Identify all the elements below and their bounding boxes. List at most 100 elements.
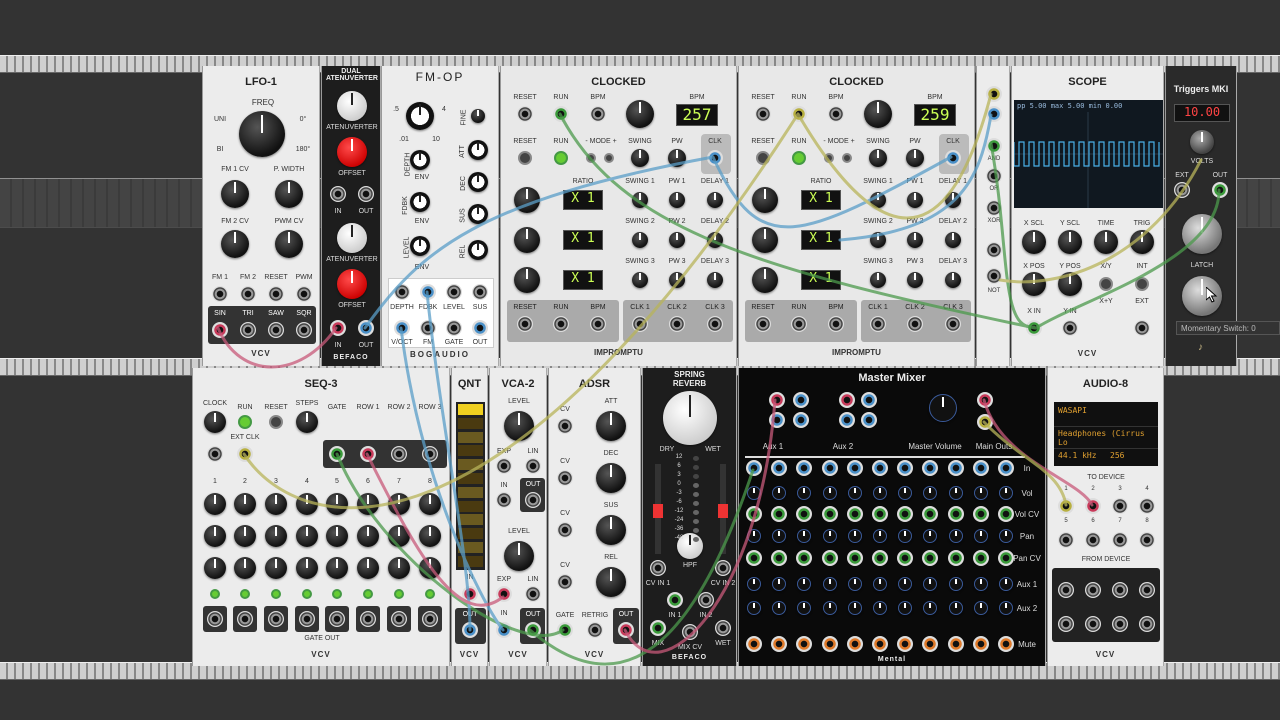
ch5-row0-jack[interactable] — [846, 460, 863, 476]
ch8-row5-knob[interactable] — [923, 577, 938, 591]
row3-out-jack[interactable] — [422, 446, 438, 462]
ch5-row1-knob[interactable] — [847, 486, 862, 500]
mode-inc-button[interactable] — [842, 153, 852, 163]
xscl-knob[interactable] — [1022, 230, 1046, 254]
pwmcv-knob[interactable] — [275, 230, 303, 258]
step1-row1-knob[interactable] — [204, 493, 226, 515]
ch6-row1-knob[interactable] — [873, 486, 887, 500]
swing2-knob[interactable] — [870, 232, 886, 248]
from-device-jack-3[interactable] — [1112, 582, 1128, 598]
ch7-row7-jack[interactable] — [897, 636, 914, 652]
from-device-jack-2[interactable] — [1085, 582, 1101, 598]
spring-reverb-module[interactable]: SPRING REVERB DRY WET HPF CV IN 1 CV IN … — [642, 368, 737, 666]
ch6-row4-jack[interactable] — [872, 550, 888, 566]
fdbk-jack[interactable] — [420, 284, 436, 300]
mix-out-jack[interactable] — [650, 620, 666, 636]
step4-gate-button[interactable] — [302, 589, 312, 599]
to-device-jack-6[interactable] — [1085, 532, 1101, 548]
ypos-knob[interactable] — [1058, 272, 1082, 296]
rel-cv-jack[interactable] — [557, 574, 573, 590]
reset-button[interactable] — [518, 151, 532, 165]
swing2-knob[interactable] — [632, 232, 648, 248]
swing3-knob[interactable] — [870, 272, 886, 288]
ch1-row6-knob[interactable] — [747, 601, 761, 615]
ch10-row7-jack[interactable] — [972, 636, 989, 652]
output-jack-2[interactable] — [828, 316, 844, 332]
ch4-row7-jack[interactable] — [821, 636, 838, 652]
aux-jack-2[interactable] — [769, 412, 785, 428]
step1-row3-knob[interactable] — [204, 557, 226, 579]
qnt-key-4[interactable] — [458, 445, 483, 457]
aux-jack-1[interactable] — [793, 392, 809, 408]
offset1-knob[interactable] — [337, 137, 367, 167]
time-knob[interactable] — [1094, 230, 1118, 254]
step2-row1-knob[interactable] — [234, 493, 256, 515]
pwidth-knob[interactable] — [275, 180, 303, 208]
reset-in-jack[interactable] — [517, 106, 533, 122]
vca2-module[interactable]: VCA-2 LEVEL EXP LIN IN OUT LEVEL EXP LIN… — [489, 368, 547, 666]
step2-gate-button[interactable] — [240, 589, 250, 599]
master-mixer-module[interactable]: Master Mixer Aux 1 Aux 2 Master Volume M… — [738, 368, 1046, 666]
ch7-row2-jack[interactable] — [897, 506, 914, 522]
lfo-module[interactable]: LFO-1 FREQ UNI BI 0° 180° FM 1 CV P. WID… — [202, 66, 320, 366]
delay1-knob[interactable] — [707, 192, 723, 208]
pw-knob[interactable] — [668, 149, 686, 167]
tri-out-jack[interactable] — [240, 322, 256, 338]
step3-row1-knob[interactable] — [265, 493, 287, 515]
ch5-row5-knob[interactable] — [847, 577, 862, 591]
ch9-row3-knob[interactable] — [948, 529, 963, 543]
tempo-knob[interactable] — [626, 100, 654, 128]
run-in-jack[interactable] — [553, 106, 569, 122]
ch8-row6-knob[interactable] — [923, 601, 938, 615]
ratio-knob-2[interactable] — [514, 227, 540, 253]
xor-out-jack[interactable] — [986, 200, 1002, 216]
ch11-row1-knob[interactable] — [999, 486, 1013, 500]
depth-knob[interactable] — [410, 150, 430, 170]
sus-knob[interactable] — [596, 515, 626, 545]
ch9-row0-jack[interactable] — [947, 460, 964, 476]
voct-jack[interactable] — [394, 320, 410, 336]
pwm-jack[interactable] — [296, 286, 312, 302]
seq3-module[interactable]: SEQ-3 CLOCK RUN RESET STEPS GATE ROW 1 R… — [192, 368, 450, 666]
ch4-row2-jack[interactable] — [821, 506, 838, 522]
step1-gate-button[interactable] — [210, 589, 220, 599]
step4-row3-knob[interactable] — [296, 557, 318, 579]
qnt-module[interactable]: QNT IN OUT VCV — [451, 368, 488, 666]
ext-jack[interactable] — [1174, 182, 1190, 198]
audio-device-display[interactable]: WASAPI Headphones (Cirrus Lo 44.1 kHz 25… — [1054, 402, 1158, 466]
atenuverter2-knob[interactable] — [337, 223, 367, 253]
qnt-in-jack[interactable] — [462, 586, 478, 602]
output-jack-4[interactable] — [669, 316, 685, 332]
ch10-row4-jack[interactable] — [972, 550, 989, 566]
ch2-row4-jack[interactable] — [771, 550, 788, 566]
step6-row1-knob[interactable] — [357, 493, 379, 515]
in1-jack[interactable] — [667, 592, 683, 608]
qnt-key-5[interactable] — [458, 459, 483, 471]
clocked-module-2[interactable]: CLOCKED RESET RUN BPM BPM 259 RESET RUN - MODE +… — [738, 66, 975, 366]
qnt-key-2[interactable] — [458, 417, 483, 429]
ch1-row3-knob[interactable] — [747, 529, 761, 543]
delay3-knob[interactable] — [945, 272, 961, 288]
aux-jack-8[interactable] — [977, 392, 993, 408]
ratio-knob-2[interactable] — [752, 227, 778, 253]
ratio-knob-3[interactable] — [752, 267, 778, 293]
audio8-module[interactable]: AUDIO-8 WASAPI Headphones (Cirrus Lo 44.… — [1047, 368, 1164, 666]
reset-jack[interactable] — [268, 286, 284, 302]
step7-gate-out-jack[interactable] — [391, 611, 407, 627]
out2-jack[interactable] — [358, 320, 374, 336]
step7-gate-button[interactable] — [394, 589, 404, 599]
logic-module[interactable]: AND OR XOR NOT — [976, 66, 1010, 366]
to-device-jack-7[interactable] — [1112, 532, 1128, 548]
step8-row2-knob[interactable] — [419, 525, 441, 547]
ch9-row7-jack[interactable] — [947, 636, 964, 652]
clk-out-jack[interactable] — [707, 150, 723, 166]
sus-jack[interactable] — [472, 284, 488, 300]
aux-jack-9[interactable] — [977, 414, 993, 430]
clocked-module-1[interactable]: CLOCKED RESET RUN BPM BPM 257 RESET RUN - MODE +… — [500, 66, 737, 366]
ch4-row1-knob[interactable] — [822, 486, 837, 500]
ch11-row7-jack[interactable] — [998, 636, 1014, 652]
ratio-knob-1[interactable] — [752, 187, 778, 213]
trig-in-jack[interactable] — [1134, 320, 1150, 336]
ext-clk-jack[interactable] — [237, 446, 253, 462]
or-out-jack[interactable] — [986, 168, 1002, 184]
